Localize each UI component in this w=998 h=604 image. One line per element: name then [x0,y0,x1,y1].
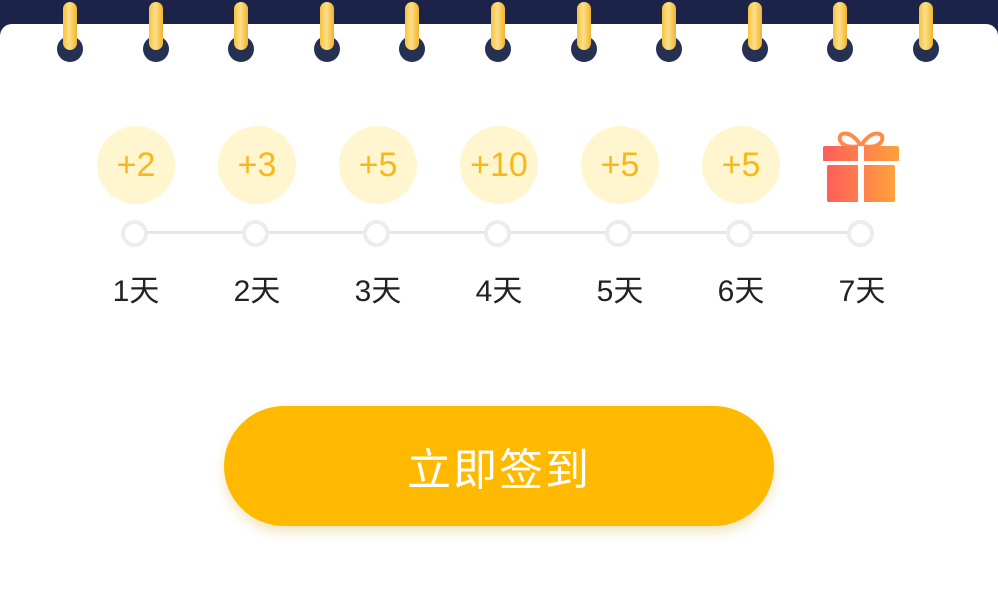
binding-ring [226,0,256,64]
binding-ring [740,0,770,64]
timeline-dot-day-6 [726,220,753,247]
reward-badge-day-5: +5 [581,126,659,204]
timeline-dot-day-4 [484,220,511,247]
progress-timeline [0,218,998,248]
day-label: 3天 [354,275,402,308]
binding-ring [911,0,941,64]
gift-icon [821,128,901,204]
timeline-dot-day-2 [242,220,269,247]
timeline-dot-day-3 [363,220,390,247]
reward-badge-day-2: +3 [218,126,296,204]
reward-badge-day-1: +2 [97,126,175,204]
day-label: 2天 [233,275,281,308]
binding-ring [483,0,513,64]
day-label: 1天 [112,275,160,308]
sign-in-now-button[interactable]: 立即签到 [224,406,774,526]
reward-badge-day-3: +5 [339,126,417,204]
calendar-binding-rings [0,0,998,70]
timeline-dot-day-7 [847,220,874,247]
binding-ring [654,0,684,64]
day-label: 7天 [838,275,886,308]
timeline-dot-day-1 [121,220,148,247]
reward-badge-day-6: +5 [702,126,780,204]
binding-ring [55,0,85,64]
day-label: 5天 [596,275,644,308]
reward-row: +2 +3 +5 +10 +5 +5 [0,126,998,206]
day-label: 6天 [717,275,765,308]
binding-ring [312,0,342,64]
binding-ring [569,0,599,64]
binding-ring [141,0,171,64]
binding-ring [397,0,427,64]
day-label: 4天 [475,275,523,308]
timeline-dot-day-5 [605,220,632,247]
reward-badge-day-4: +10 [460,126,538,204]
binding-ring [825,0,855,64]
